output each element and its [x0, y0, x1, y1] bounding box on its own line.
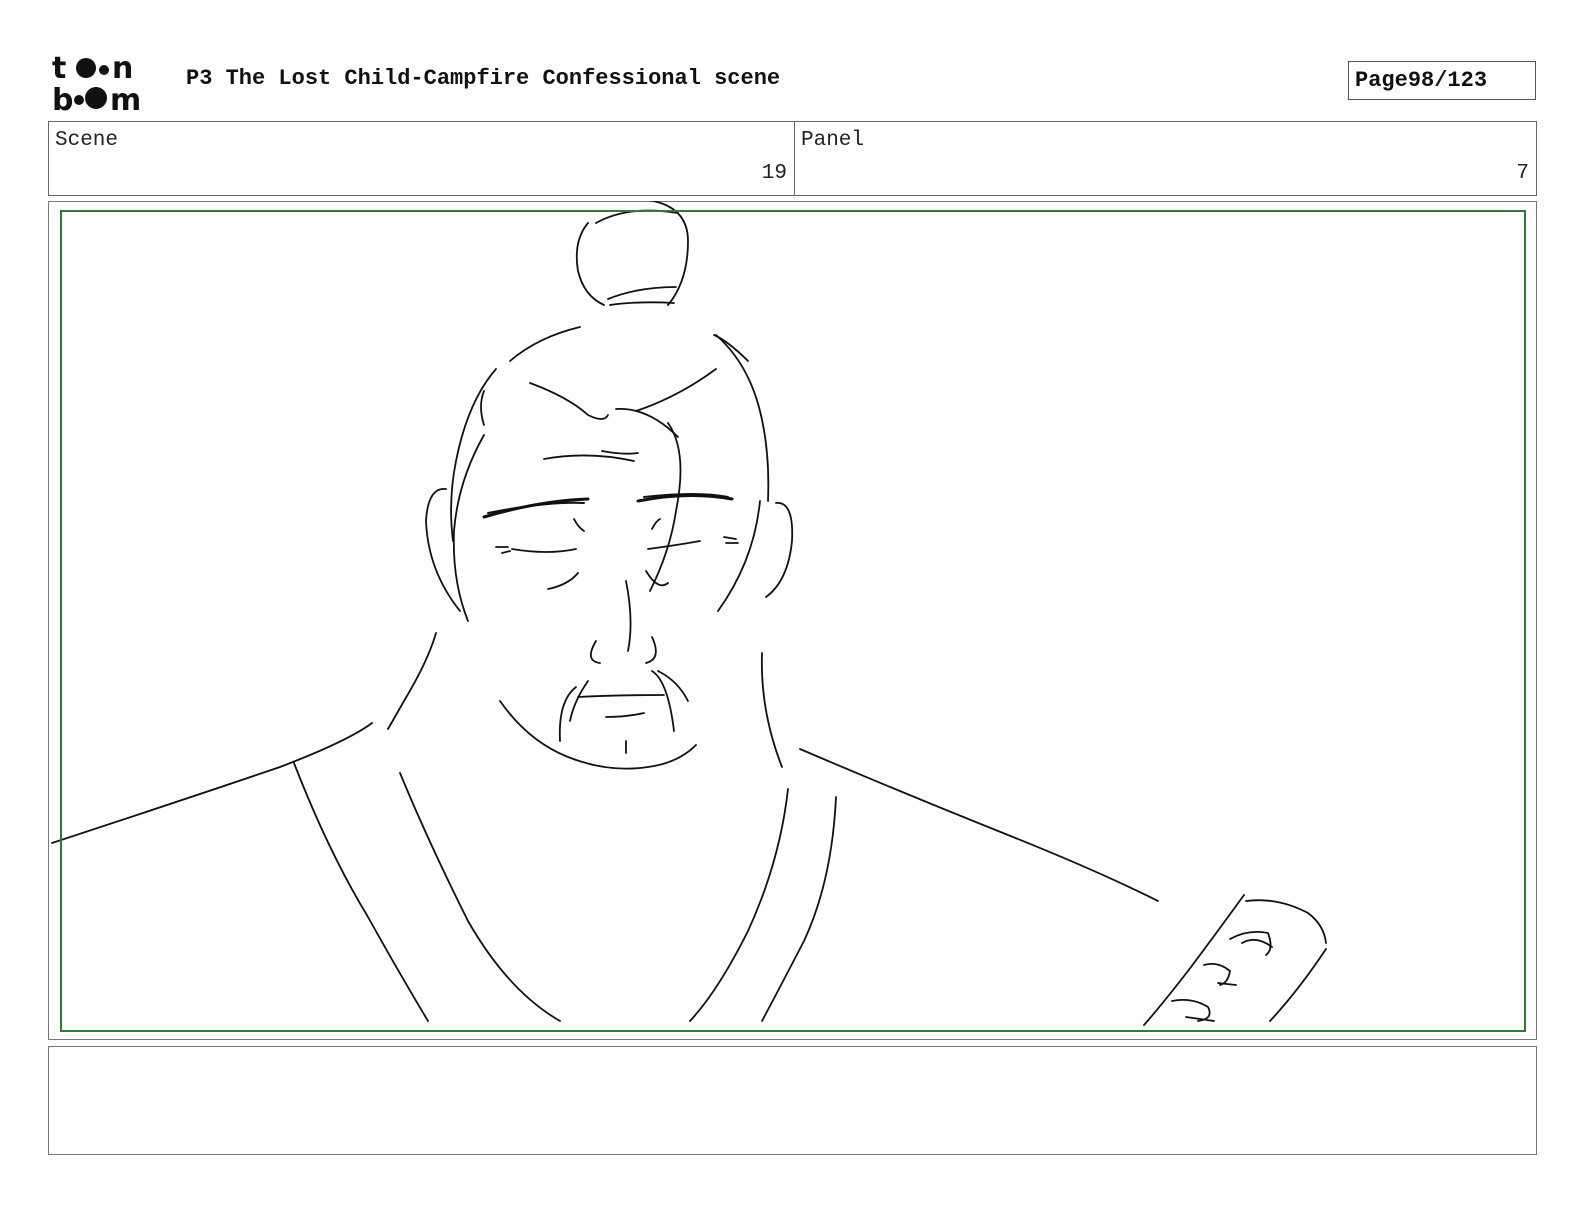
page-label: Page: [1355, 68, 1408, 93]
storyboard-title: P3 The Lost Child-Campfire Confessional …: [186, 66, 781, 91]
panel-notes-box[interactable]: [48, 1046, 1537, 1155]
svg-text:n: n: [112, 51, 133, 86]
toon-boom-logo: t n b m: [52, 50, 164, 118]
svg-text:b: b: [52, 83, 73, 114]
panel-label: Panel: [801, 129, 865, 152]
scene-panel-info-row: Scene 19 Panel 7: [48, 121, 1537, 196]
panel-value: 7: [1516, 162, 1529, 185]
camera-safe-frame: [60, 210, 1526, 1032]
page-indicator: Page 98/123: [1348, 61, 1536, 100]
page-number: 98/123: [1407, 68, 1488, 93]
panel-cell: Panel 7: [795, 122, 1536, 195]
scene-value: 19: [761, 162, 787, 185]
scene-cell: Scene 19: [49, 122, 795, 195]
svg-text:t: t: [52, 51, 66, 86]
scene-label: Scene: [55, 129, 119, 152]
svg-text:m: m: [110, 83, 141, 114]
